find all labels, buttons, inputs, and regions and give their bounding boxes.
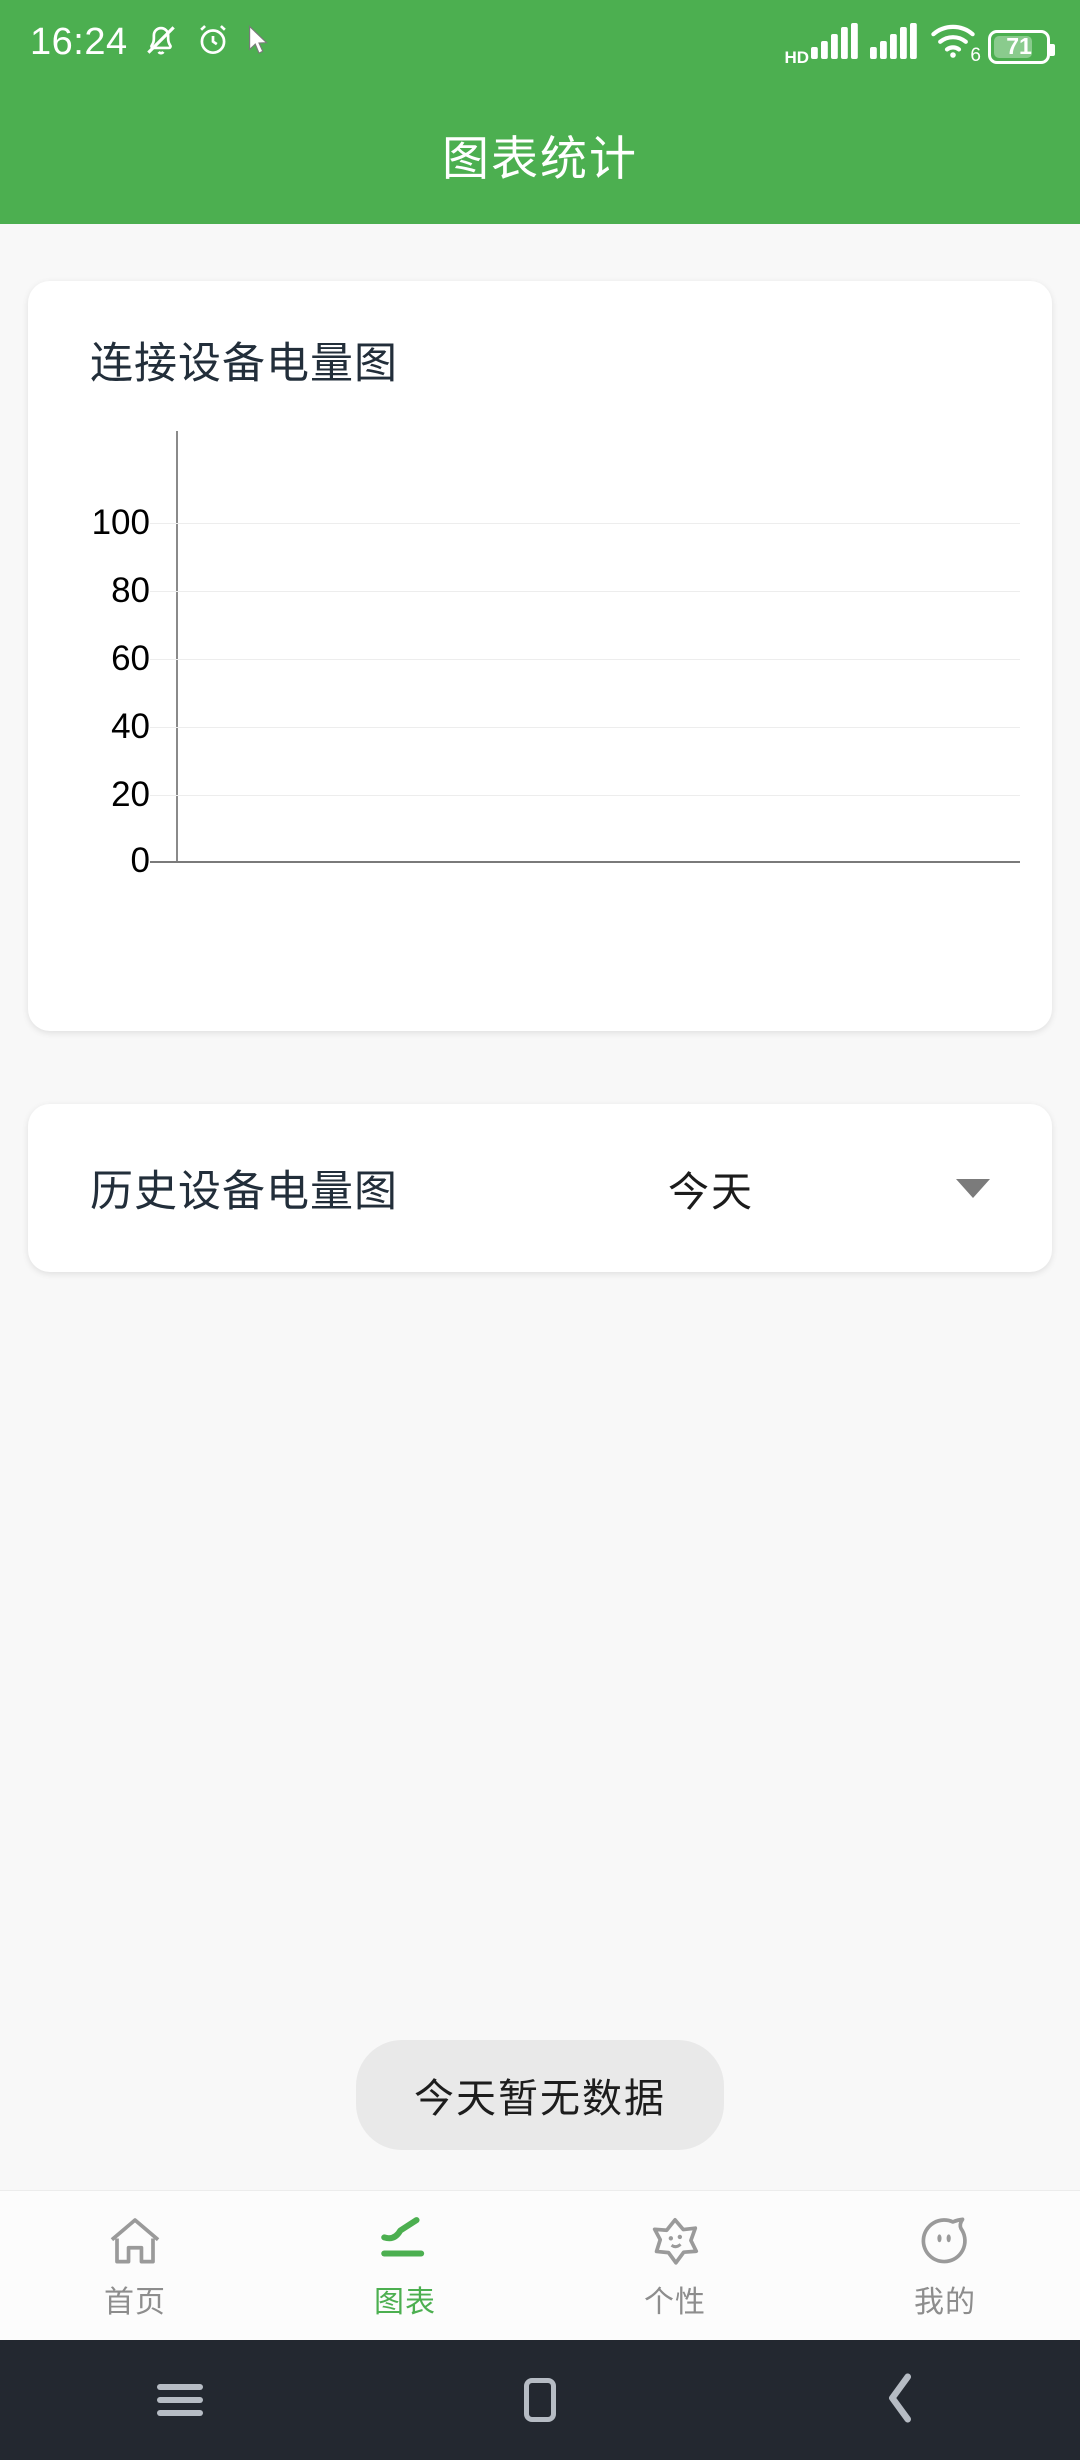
chart-y-axis-line — [176, 431, 178, 861]
tab-personality[interactable]: 个性 — [540, 2211, 810, 2321]
back-chevron-icon — [880, 2371, 920, 2430]
y-tick-label: 0 — [130, 841, 150, 880]
status-bar-right: HD 6 71 — [784, 21, 1055, 67]
status-time: 16:24 — [30, 20, 128, 63]
home-button[interactable] — [360, 2378, 720, 2422]
battery-line-chart: 100 80 60 40 20 0 — [28, 431, 1052, 951]
wifi-generation-label: 6 — [970, 44, 981, 66]
android-navigation-bar — [0, 2340, 1080, 2460]
y-tick-label: 100 — [91, 503, 150, 542]
tab-label-personality: 个性 — [644, 2285, 706, 2319]
chevron-down-icon[interactable] — [956, 1178, 990, 1198]
history-card-title: 历史设备电量图 — [90, 1168, 398, 1216]
cursor-icon — [246, 24, 272, 60]
y-tick-label: 20 — [111, 775, 150, 814]
y-tick-label: 80 — [111, 571, 150, 610]
y-tick-label: 60 — [111, 639, 150, 678]
page-title: 图表统计 — [442, 131, 638, 185]
profile-face-icon — [915, 2211, 975, 2273]
tab-profile[interactable]: 我的 — [810, 2211, 1080, 2321]
signal-bars-1-icon — [811, 22, 859, 64]
star-icon — [645, 2211, 705, 2273]
tab-chart[interactable]: 图表 — [270, 2211, 540, 2321]
chart-y-tick-labels: 100 80 60 40 20 0 — [58, 431, 150, 951]
status-bar: 16:24 HD 6 71 — [0, 0, 1080, 84]
main-content: 连接设备电量图 100 80 60 40 20 0 历史设备电量图 今天 — [0, 224, 1080, 2190]
toast-message: 今天暂无数据 — [356, 2040, 724, 2150]
signal-bars-2-icon — [870, 22, 918, 64]
chart-gridline — [150, 659, 1020, 660]
bottom-tab-bar: 首页 图表 个性 我的 — [0, 2190, 1080, 2340]
wifi-6-icon: 6 — [929, 21, 981, 65]
recents-menu-icon — [157, 2377, 203, 2423]
connected-device-battery-card: 连接设备电量图 100 80 60 40 20 0 — [28, 281, 1052, 1031]
tab-label-home: 首页 — [104, 2285, 166, 2319]
battery-card-title: 连接设备电量图 — [90, 340, 398, 388]
recents-menu-button[interactable] — [0, 2377, 360, 2423]
app-bar: 图表统计 — [0, 84, 1080, 224]
home-square-icon — [524, 2378, 556, 2422]
home-icon — [105, 2211, 165, 2273]
tab-home[interactable]: 首页 — [0, 2211, 270, 2321]
hd-network-tag: HD — [784, 47, 809, 67]
battery-icon: 71 — [988, 29, 1055, 64]
y-tick-label: 40 — [111, 707, 150, 746]
chart-gridline — [150, 523, 1020, 524]
chart-gridline — [150, 795, 1020, 796]
back-button[interactable] — [720, 2371, 1080, 2430]
alarm-clock-icon — [194, 21, 232, 64]
tab-label-profile: 我的 — [914, 2285, 976, 2319]
status-bar-left: 16:24 — [30, 21, 272, 64]
history-device-battery-card[interactable]: 历史设备电量图 今天 — [28, 1104, 1052, 1272]
mute-bell-icon — [142, 21, 180, 64]
chart-x-axis-line — [150, 861, 1020, 863]
chart-line-icon — [375, 2211, 435, 2273]
chart-gridline — [150, 591, 1020, 592]
battery-percent-label: 71 — [1006, 33, 1032, 59]
chart-plot-area: 100 80 60 40 20 0 — [28, 431, 1052, 951]
chart-gridline — [150, 727, 1020, 728]
history-range-value[interactable]: 今天 — [668, 1158, 754, 1218]
tab-label-chart: 图表 — [374, 2285, 436, 2319]
